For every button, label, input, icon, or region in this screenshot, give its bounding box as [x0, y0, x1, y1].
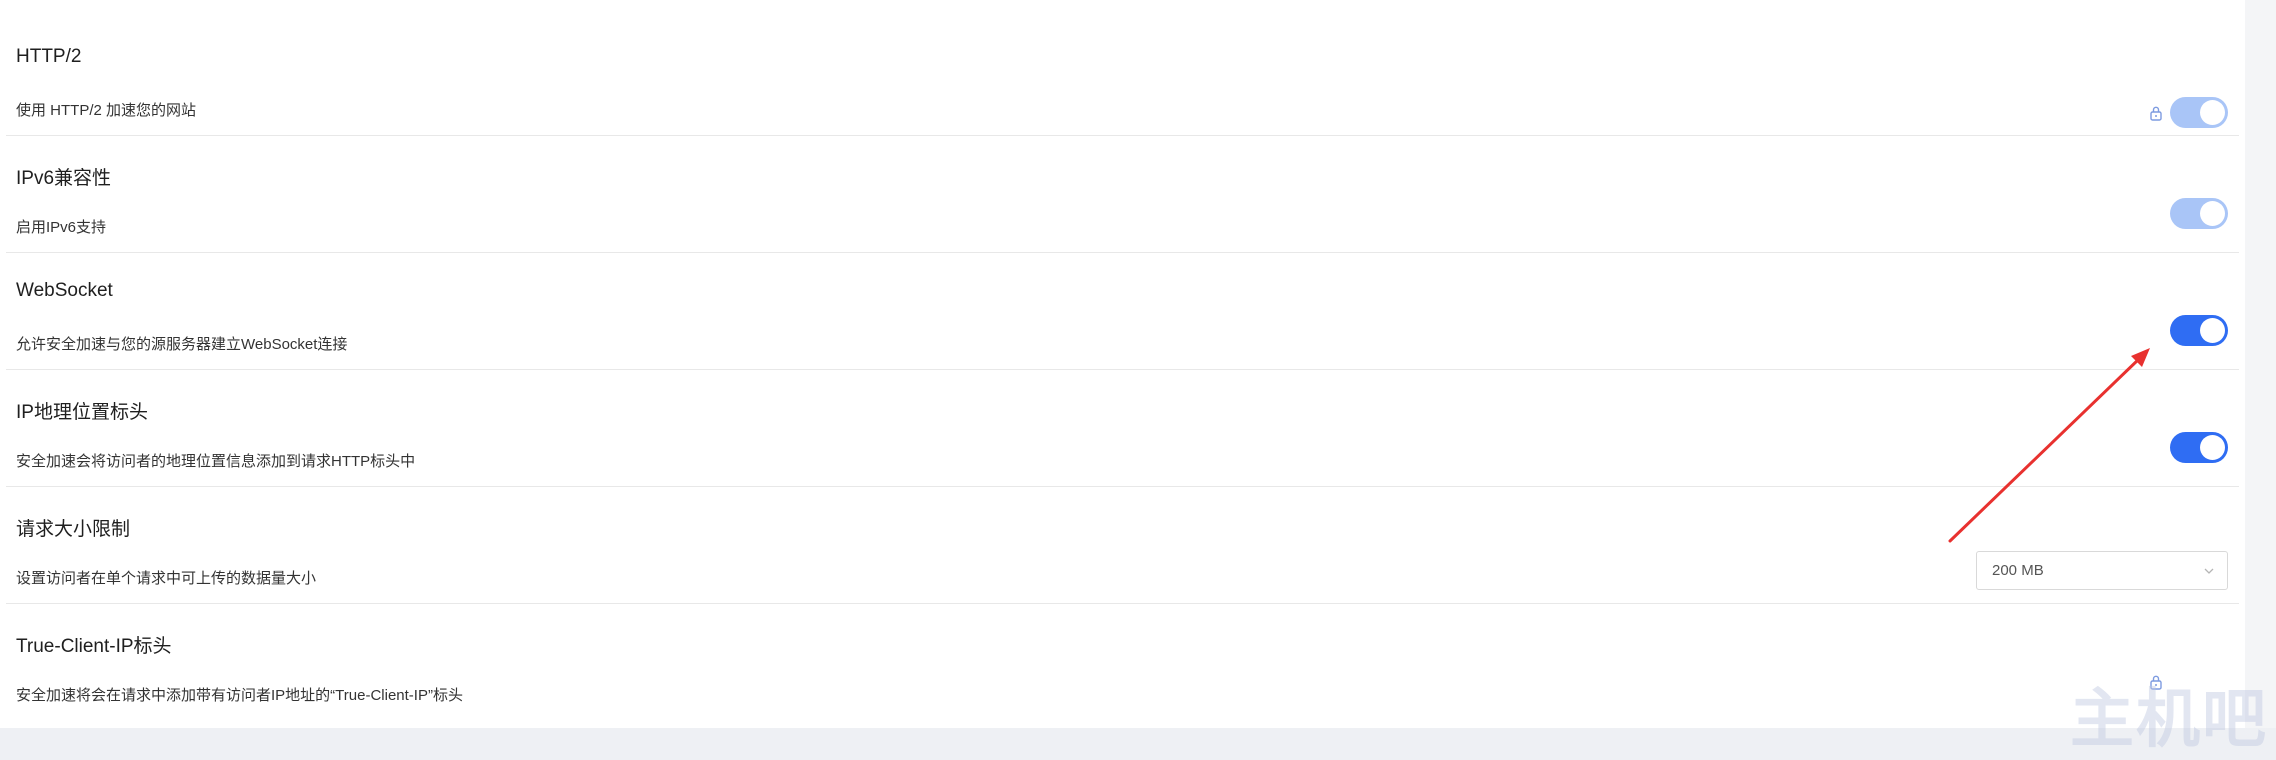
toggle-knob: [2200, 318, 2225, 343]
request-size-select[interactable]: 200 MB: [1976, 551, 2228, 590]
setting-websocket: WebSocket 允许安全加速与您的源服务器建立WebSocket连接: [6, 253, 2239, 370]
setting-title: IPv6兼容性: [16, 168, 112, 189]
setting-ip-geolocation: IP地理位置标头 安全加速会将访问者的地理位置信息添加到请求HTTP标头中: [6, 370, 2239, 487]
watermark-logo: 主机吧: [2070, 682, 2268, 757]
setting-description: 设置访问者在单个请求中可上传的数据量大小: [16, 570, 317, 587]
toggle-knob: [2200, 100, 2225, 125]
setting-title: 请求大小限制: [16, 519, 131, 540]
setting-title: HTTP/2: [16, 46, 82, 67]
toggle-knob: [2200, 201, 2225, 226]
setting-description: 使用 HTTP/2 加速您的网站: [16, 102, 197, 119]
lock-icon: [2150, 106, 2162, 121]
setting-description: 安全加速会将访问者的地理位置信息添加到请求HTTP标头中: [16, 453, 416, 470]
setting-description: 安全加速将会在请求中添加带有访问者IP地址的“True-Client-IP”标头: [16, 687, 463, 704]
settings-panel: HTTP/2 使用 HTTP/2 加速您的网站 IPv6兼容性 启用IPv6支持…: [0, 0, 2245, 728]
setting-http2: HTTP/2 使用 HTTP/2 加速您的网站: [6, 19, 2239, 136]
setting-description: 允许安全加速与您的源服务器建立WebSocket连接: [16, 336, 348, 353]
setting-request-size-limit: 请求大小限制 设置访问者在单个请求中可上传的数据量大小 200 MB: [6, 487, 2239, 604]
toggle-knob: [2200, 435, 2225, 460]
chevron-down-icon: [2204, 568, 2214, 574]
ip-geolocation-toggle[interactable]: [2170, 432, 2228, 463]
setting-ipv6: IPv6兼容性 启用IPv6支持: [6, 136, 2239, 253]
setting-true-client-ip: True-Client-IP标头 安全加速将会在请求中添加带有访问者IP地址的“…: [6, 604, 2239, 721]
setting-title: IP地理位置标头: [16, 402, 148, 423]
websocket-toggle[interactable]: [2170, 315, 2228, 346]
ipv6-toggle[interactable]: [2170, 198, 2228, 229]
http2-toggle[interactable]: [2170, 97, 2228, 128]
setting-title: WebSocket: [16, 280, 113, 301]
scrollbar-track[interactable]: [2245, 0, 2276, 728]
setting-title: True-Client-IP标头: [16, 636, 172, 657]
select-value: 200 MB: [1992, 562, 2044, 579]
setting-description: 启用IPv6支持: [16, 219, 107, 236]
